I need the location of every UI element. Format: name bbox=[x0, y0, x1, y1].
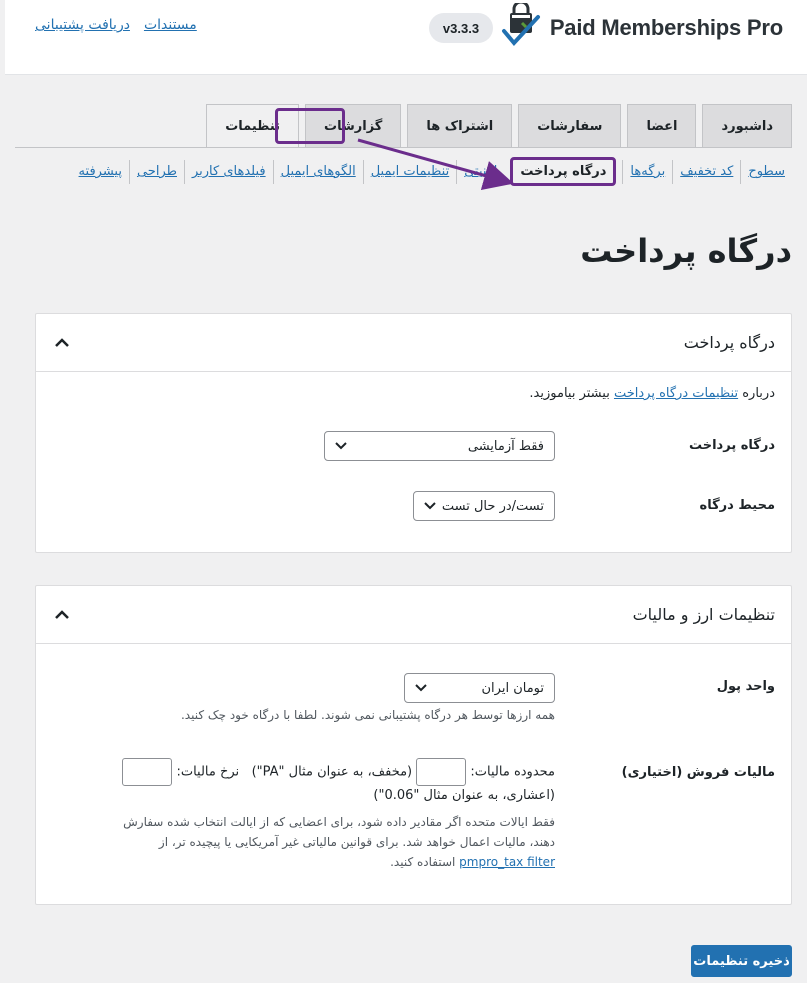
currency-select-value: تومان ایران bbox=[481, 680, 545, 696]
top-header: مستندات دریافت پشتیبانی v3.3.3 Paid Memb… bbox=[5, 0, 807, 75]
main-tabs: داشبورد اعضا سفارشات اشتراک ها گزارشات ت… bbox=[206, 104, 792, 148]
tax-rate-hint: (اعشاری، به عنوان مثال "0.06") bbox=[373, 788, 555, 803]
tax-help-line-3: استفاده کنید. bbox=[390, 855, 456, 869]
gateway-box-title: درگاه پرداخت bbox=[683, 333, 775, 352]
currency-label: واحد پول bbox=[716, 679, 775, 694]
currency-box-header[interactable]: تنظیمات ارز و مالیات bbox=[36, 586, 791, 644]
tax-label: مالیات فروش (اختیاری) bbox=[621, 765, 775, 780]
subnav-payment-gateway[interactable]: درگاه پرداخت bbox=[510, 157, 617, 186]
environment-select-value: تست/در حال تست bbox=[441, 498, 544, 514]
tab-reports[interactable]: گزارشات bbox=[305, 104, 402, 148]
tab-subscriptions[interactable]: اشتراک ها bbox=[407, 104, 513, 148]
support-link[interactable]: دریافت پشتیبانی bbox=[35, 17, 130, 33]
tax-state-input[interactable] bbox=[416, 758, 467, 786]
environment-label: محیط درگاه bbox=[699, 498, 775, 513]
currency-tax-box: تنظیمات ارز و مالیات واحد پول تومان ایرا… bbox=[35, 585, 792, 905]
subnav-pages[interactable]: برگه‌ها bbox=[630, 164, 665, 179]
currency-box-body: واحد پول تومان ایران همه ارزها توسط هر د… bbox=[36, 644, 791, 904]
tab-settings[interactable]: تنظیمات bbox=[206, 104, 300, 148]
subnav-advanced[interactable]: پیشرفته bbox=[79, 164, 122, 179]
tax-rate-input[interactable] bbox=[122, 758, 173, 786]
subnav-design[interactable]: طراحی bbox=[137, 164, 177, 179]
subnav-levels[interactable]: سطوح bbox=[748, 164, 785, 179]
gateway-select[interactable]: فقط آزمایشی bbox=[324, 431, 555, 461]
header-links: مستندات دریافت پشتیبانی bbox=[35, 17, 197, 33]
intro-prefix: درباره bbox=[742, 386, 775, 401]
intro-suffix: بیشتر بیاموزید. bbox=[529, 386, 610, 401]
tax-state-hint: (مخفف، به عنوان مثال "PA") bbox=[251, 764, 413, 780]
currency-help: همه ارزها توسط هر درگاه پشتیبانی نمی شون… bbox=[180, 708, 555, 722]
subnav-email-settings[interactable]: تنظیمات ایمیل bbox=[371, 164, 450, 179]
gateway-intro: درباره تنظیمات درگاه پرداخت بیشتر بیاموز… bbox=[529, 386, 775, 401]
currency-select[interactable]: تومان ایران bbox=[404, 673, 555, 703]
subnav-email-templates[interactable]: الگوهای ایمیل bbox=[281, 164, 356, 179]
tax-filter-link[interactable]: pmpro_tax filter bbox=[459, 855, 555, 869]
tax-help-line-2: دهند، مالیات اعمال خواهد شد. برای قوانین… bbox=[158, 835, 555, 849]
tax-fields: محدوده مالیات: (مخفف، به عنوان مثال "PA"… bbox=[105, 758, 555, 787]
chevron-down-icon bbox=[424, 499, 436, 514]
gateway-docs-link[interactable]: تنظیمات درگاه پرداخت bbox=[614, 386, 738, 401]
environment-select[interactable]: تست/در حال تست bbox=[413, 491, 555, 521]
brand-name: Paid Memberships Pro bbox=[549, 15, 783, 40]
subnav-user-fields[interactable]: فیلدهای کاربر bbox=[192, 164, 266, 179]
tab-dashboard[interactable]: داشبورد bbox=[702, 104, 792, 148]
brand-logo[interactable]: Paid Memberships Pro bbox=[498, 0, 783, 53]
gateway-settings-box: درگاه پرداخت درباره تنظیمات درگاه پرداخت… bbox=[35, 313, 792, 553]
gateway-select-value: فقط آزمایشی bbox=[467, 438, 544, 454]
tax-help: فقط ایالات متحده اگر مقادیر داده شود، بر… bbox=[75, 812, 555, 872]
tax-state-label: محدوده مالیات: bbox=[470, 764, 555, 780]
tab-orders[interactable]: سفارشات bbox=[518, 104, 622, 148]
gateway-box-body: درباره تنظیمات درگاه پرداخت بیشتر بیاموز… bbox=[36, 372, 791, 552]
currency-box-title: تنظیمات ارز و مالیات bbox=[632, 605, 775, 624]
page-title: درگاه پرداخت bbox=[580, 232, 792, 270]
tabs-divider bbox=[15, 147, 792, 148]
chevron-up-icon[interactable] bbox=[54, 335, 70, 351]
subnav-discount-codes[interactable]: کد تخفیف bbox=[680, 164, 733, 179]
save-settings-button[interactable]: ذخیره تنظیمات bbox=[691, 945, 792, 977]
settings-subnav: سطوح کد تخفیف برگه‌ها درگاه پرداخت امنیت… bbox=[72, 157, 792, 186]
gateway-label: درگاه پرداخت bbox=[688, 438, 775, 453]
chevron-up-icon[interactable] bbox=[54, 607, 70, 623]
chevron-down-icon bbox=[415, 681, 427, 696]
tax-rate-label: نرخ مالیات: bbox=[176, 764, 240, 780]
gateway-box-header[interactable]: درگاه پرداخت bbox=[36, 314, 791, 372]
tax-help-line-1: فقط ایالات متحده اگر مقادیر داده شود، بر… bbox=[123, 815, 555, 829]
pmpro-logo-icon bbox=[498, 0, 544, 53]
version-badge: v3.3.3 bbox=[429, 13, 493, 43]
chevron-down-icon bbox=[335, 439, 347, 454]
tab-members[interactable]: اعضا bbox=[627, 104, 697, 148]
subnav-security[interactable]: امنیتی bbox=[464, 164, 497, 179]
docs-link[interactable]: مستندات bbox=[144, 17, 197, 33]
